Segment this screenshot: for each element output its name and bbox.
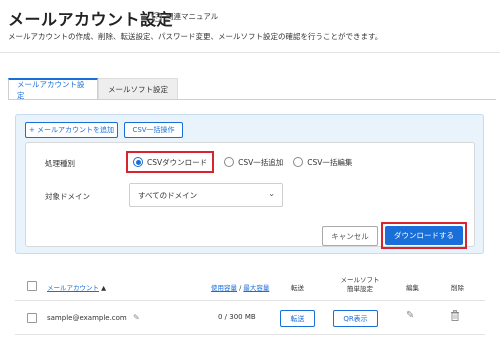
- radio-csv-download[interactable]: CSVダウンロード: [126, 151, 215, 173]
- usage-cell: 0 / 300 MB: [218, 313, 256, 321]
- forward-button[interactable]: 転送: [280, 310, 315, 327]
- table-row: sample@example.com ✎ 0 / 300 MB 転送 QR表示 …: [15, 301, 485, 335]
- radio-csv-bulk-add[interactable]: CSV一括追加: [224, 157, 283, 168]
- tab-bar: メールアカウント設定 メールソフト設定: [8, 78, 178, 100]
- trash-icon[interactable]: [450, 310, 460, 324]
- qr-display-button[interactable]: QR表示: [333, 310, 378, 327]
- page-title: メールアカウント設定: [8, 10, 174, 29]
- row-checkbox[interactable]: [27, 313, 37, 323]
- question-circle-icon: ?: [152, 11, 162, 22]
- mail-soft-header-line2: 簡単設定: [347, 285, 373, 293]
- radio-unchecked-icon: [293, 157, 304, 167]
- tab-mail-software-settings[interactable]: メールソフト設定: [98, 78, 178, 99]
- select-all-checkbox[interactable]: [27, 281, 37, 291]
- pencil-icon[interactable]: ✎: [133, 313, 140, 322]
- radio-label: CSV一括追加: [238, 157, 284, 167]
- delete-column-header: 削除: [451, 284, 464, 292]
- header-divider: [0, 52, 500, 53]
- radio-unchecked-icon: [224, 157, 235, 167]
- download-highlight: ダウンロードする: [381, 222, 467, 249]
- process-type-label: 処理種別: [45, 159, 75, 168]
- edit-column-header: 編集: [406, 284, 419, 292]
- radio-checked-icon: [133, 157, 143, 167]
- add-account-button[interactable]: + メールアカウントを追加: [25, 122, 118, 138]
- domain-label: 対象ドメイン: [45, 192, 90, 201]
- domain-select[interactable]: すべてのドメイン ⌄: [129, 183, 283, 207]
- account-column-header[interactable]: メールアカウント ▲: [47, 282, 106, 292]
- forward-column-header: 転送: [291, 284, 304, 292]
- chevron-down-icon: ⌄: [268, 189, 275, 198]
- cancel-button[interactable]: キャンセル: [322, 226, 378, 246]
- edit-icon[interactable]: ✎: [406, 310, 414, 321]
- usage-column-header: 使用容量 / 最大容量: [211, 282, 269, 292]
- download-button[interactable]: ダウンロードする: [385, 226, 463, 245]
- radio-csv-bulk-edit[interactable]: CSV一括編集: [293, 157, 352, 168]
- process-type-radio-group: CSVダウンロード CSV一括追加 CSV一括編集: [126, 151, 362, 173]
- page-description: メールアカウントの作成、削除、転送設定、パスワード変更、メールソフト設定の確認を…: [8, 32, 383, 41]
- sort-asc-icon: ▲: [101, 284, 107, 292]
- usage-sort-link[interactable]: 使用容量: [211, 284, 237, 292]
- manual-link[interactable]: ? 関連マニュアル: [152, 11, 218, 22]
- mail-soft-header-line1: メールソフト: [340, 276, 380, 284]
- radio-label: CSVダウンロード: [147, 157, 208, 167]
- tab-mail-account-settings[interactable]: メールアカウント設定: [8, 78, 98, 100]
- mail-soft-column-header: メールソフト 簡単設定: [336, 276, 384, 294]
- manual-link-label: 関連マニュアル: [166, 12, 219, 21]
- account-address: sample@example.com: [47, 314, 127, 322]
- csv-operation-panel: + メールアカウントを追加 CSV一括操作 処理種別 CSVダウンロード CSV…: [15, 114, 484, 254]
- csv-bulk-button[interactable]: CSV一括操作: [124, 122, 183, 138]
- trash-icon-svg: [451, 310, 459, 321]
- domain-select-value: すべてのドメイン: [138, 190, 198, 200]
- max-sort-link[interactable]: 最大容量: [243, 284, 269, 292]
- csv-form: 処理種別 CSVダウンロード CSV一括追加 CSV一括編集 対象ドメイン すべ…: [25, 142, 475, 249]
- radio-label: CSV一括編集: [307, 157, 353, 167]
- account-cell: sample@example.com ✎: [47, 313, 140, 322]
- table-header: メールアカウント ▲ 使用容量 / 最大容量 転送 メールソフト 簡単設定 編集…: [15, 271, 485, 301]
- account-sort-link[interactable]: メールアカウント: [47, 284, 99, 292]
